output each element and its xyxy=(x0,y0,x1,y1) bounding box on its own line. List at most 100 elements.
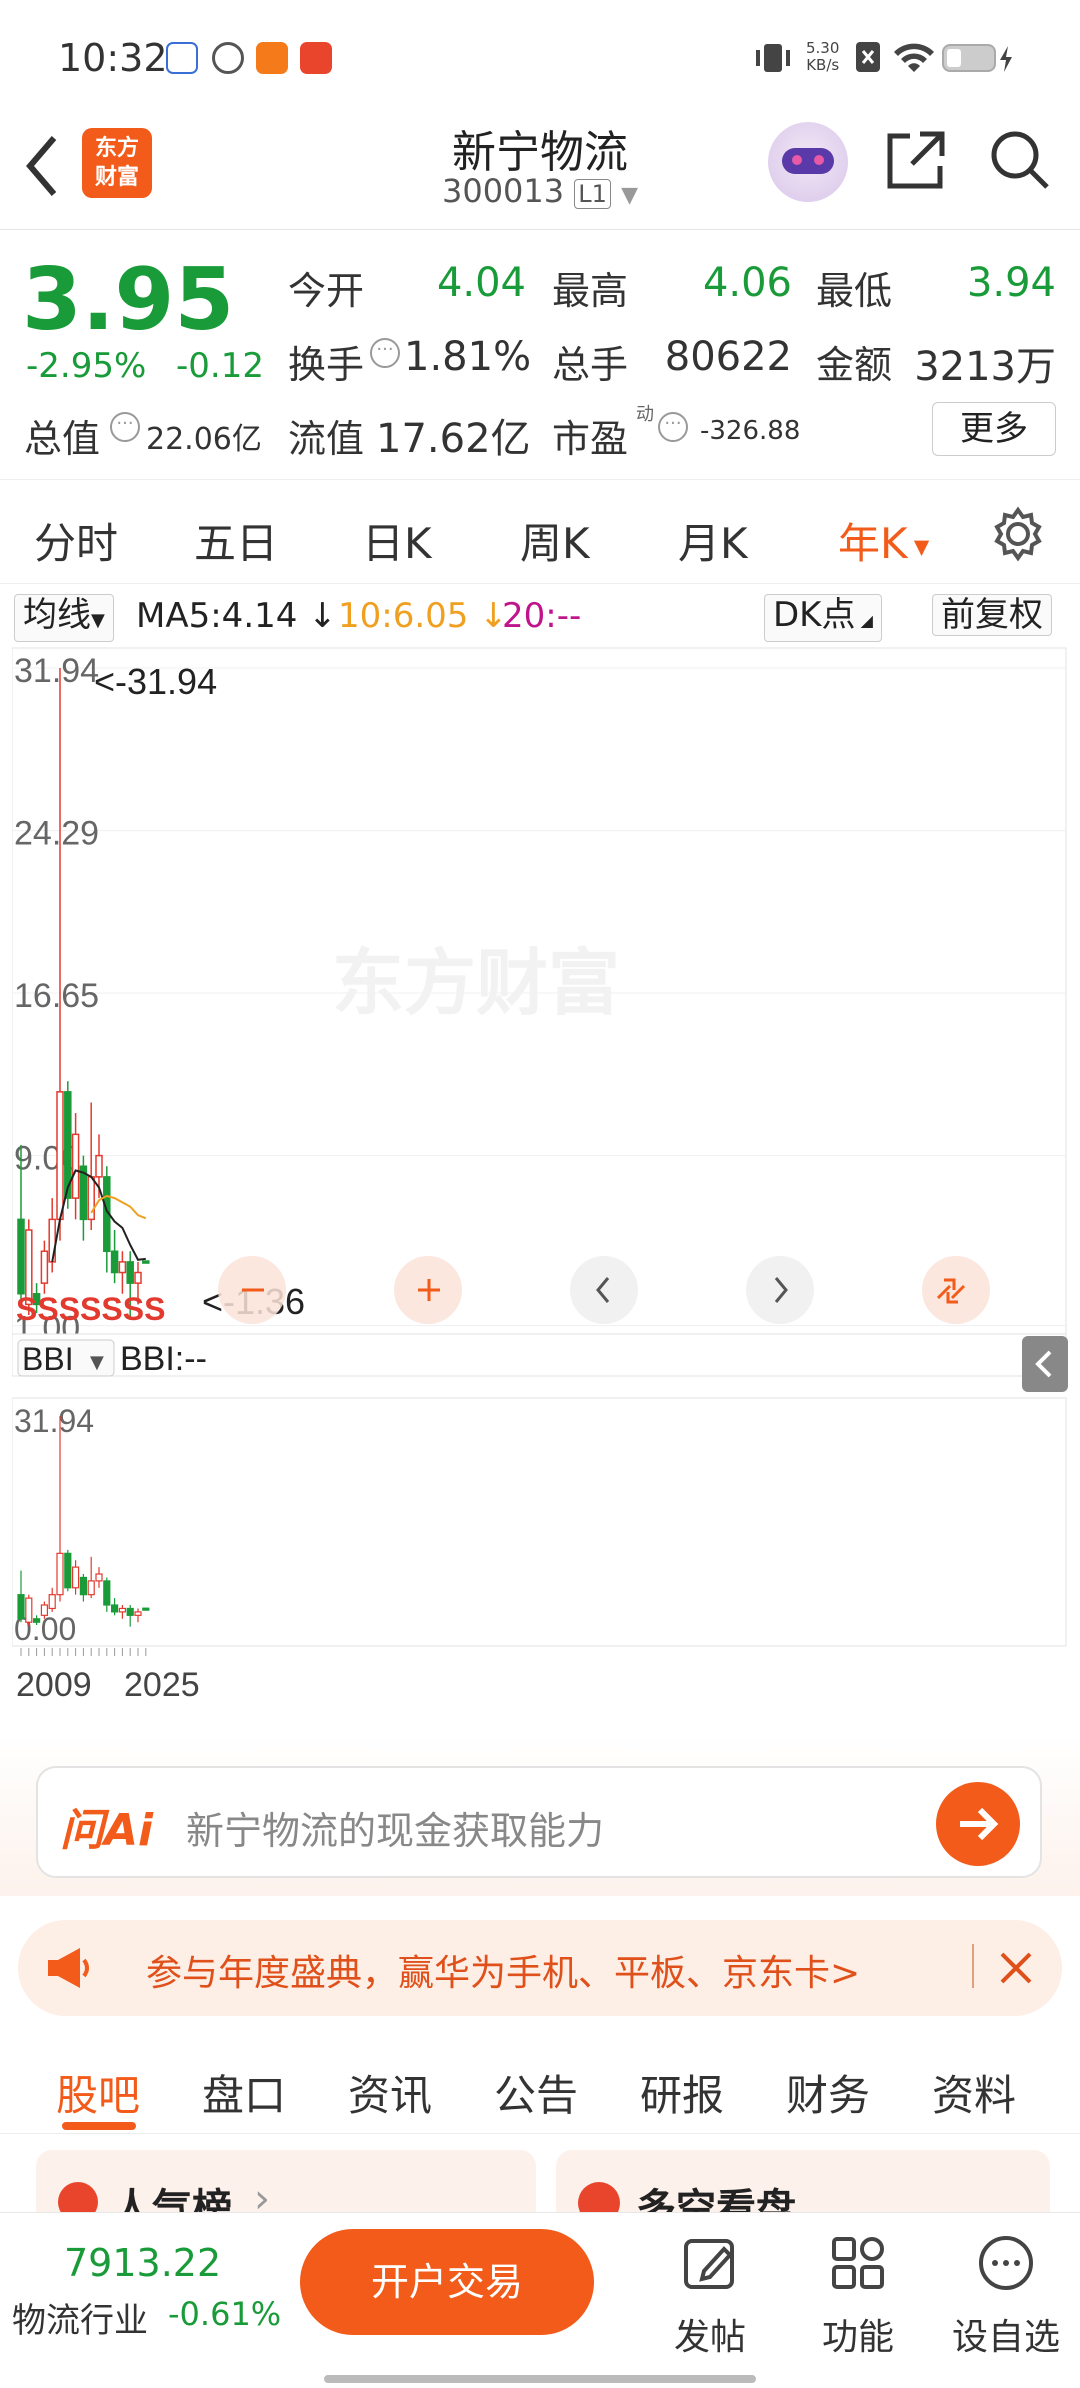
close-icon[interactable] xyxy=(994,1946,1038,1990)
app-notification-icon xyxy=(212,42,244,74)
megaphone-icon xyxy=(48,1948,89,1988)
add-watchlist-button[interactable]: 设自选 xyxy=(946,2233,1066,2360)
post-button[interactable]: 发帖 xyxy=(660,2233,760,2360)
candle-body xyxy=(110,1250,119,1274)
vs-icon xyxy=(578,2182,620,2214)
tab-news[interactable]: 资讯 xyxy=(348,2062,432,2123)
dk-point-button[interactable]: DK点 ◢ xyxy=(764,594,882,642)
chevron-down-icon[interactable]: ▼ xyxy=(621,183,638,208)
max-price-label: <-31.94 xyxy=(94,661,217,702)
tab-monthly-k[interactable]: 月K xyxy=(678,510,748,571)
sub-candle-body xyxy=(118,1607,127,1613)
tab-research[interactable]: 研报 xyxy=(640,2062,724,2123)
gear-icon[interactable] xyxy=(990,506,1046,562)
tab-finance[interactable]: 财务 xyxy=(786,2062,870,2123)
popularity-card[interactable]: 人气榜 › xyxy=(36,2150,536,2214)
battery-icon xyxy=(942,44,1012,72)
trade-button[interactable]: 开户交易 xyxy=(300,2229,594,2335)
kline-tabs: 分时 五日 日K 周K 月K 年K ▼ xyxy=(0,480,1080,584)
sub-y-tick: 31.94 xyxy=(14,1403,94,1439)
quote-panel: 3.95 -2.95% -0.12 今开 4.04 最高 4.06 最低 3.9… xyxy=(0,232,1080,480)
change-amount: -0.12 xyxy=(176,346,264,386)
candle-body xyxy=(126,1261,134,1284)
sub-candle-body xyxy=(142,1607,150,1611)
status-time: 10:32 xyxy=(58,36,168,80)
long-short-card[interactable]: 多空看盘 xyxy=(556,2150,1050,2214)
collapse-tab[interactable] xyxy=(1022,1336,1068,1392)
bbi-name: BBI xyxy=(22,1341,74,1377)
kline-chart[interactable]: 东方财富 31.9424.2916.659.001.00 <-31.94 <-1… xyxy=(12,646,1068,1736)
volume-value: 80622 xyxy=(664,334,792,380)
volume-label: 总手 xyxy=(552,343,629,387)
tab-intraday[interactable]: 分时 xyxy=(34,510,118,571)
grid-icon xyxy=(832,2237,884,2289)
sub-candle-body xyxy=(79,1576,88,1596)
turnover-value: 1.81% xyxy=(404,334,532,380)
ai-search-box[interactable]: 问Ai 新宁物流的现金获取能力 xyxy=(36,1766,1042,1878)
sim-icon xyxy=(856,42,880,72)
sub-candle-body xyxy=(71,1566,80,1589)
sub-candle-body xyxy=(95,1573,103,1582)
pe-label: 市盈 xyxy=(552,417,629,461)
tab-profile[interactable]: 资料 xyxy=(932,2062,1016,2123)
tab-guba[interactable]: 股吧 xyxy=(56,2062,140,2123)
high-label: 最高 xyxy=(552,269,629,313)
float-label: 流值 xyxy=(288,417,365,461)
app-notification-icon xyxy=(166,42,198,74)
promo-banner[interactable]: 参与年度盛典，赢华为手机、平板、京东卡> xyxy=(18,1920,1062,2016)
content-tabs: 股吧 盘口 资讯 公告 研报 财务 资料 xyxy=(0,2034,1080,2134)
vibrate-icon xyxy=(756,44,790,72)
next-icon[interactable] xyxy=(746,1256,814,1324)
candle-body xyxy=(134,1271,142,1284)
tab-weekly-k[interactable]: 周K xyxy=(520,510,590,571)
amount-value: 3213万 xyxy=(914,344,1056,390)
ai-section: 问Ai 新宁物流的现金获取能力 xyxy=(0,1736,1080,1896)
tab-five-day[interactable]: 五日 xyxy=(194,510,278,571)
x-label-end: 2025 xyxy=(124,1666,200,1704)
current-price: 3.95 xyxy=(22,250,235,350)
minus-icon[interactable] xyxy=(218,1256,286,1324)
sub-candle-body xyxy=(103,1580,111,1606)
share-icon[interactable] xyxy=(884,128,948,192)
app-notification-icon xyxy=(256,42,288,74)
candle-body xyxy=(17,1218,25,1295)
amount-label: 金额 xyxy=(816,343,893,387)
adjust-button[interactable]: 前复权 xyxy=(932,594,1052,636)
sub-candle-body xyxy=(87,1580,95,1596)
plus-icon[interactable] xyxy=(394,1256,462,1324)
tab-daily-k[interactable]: 日K xyxy=(362,510,432,571)
tab-yearly-k[interactable]: 年K ▼ xyxy=(838,510,929,571)
low-value: 3.94 xyxy=(966,260,1056,306)
industry-index[interactable]: 7913.22 xyxy=(64,2241,221,2285)
candle-body xyxy=(118,1261,127,1274)
pe-sup: 动 xyxy=(636,404,654,425)
prev-icon[interactable] xyxy=(570,1256,638,1324)
expand-icon[interactable] xyxy=(922,1256,990,1324)
info-icon[interactable]: ··· xyxy=(110,412,140,442)
mktcap-label: 总值 xyxy=(24,417,101,461)
industry-name[interactable]: 物流行业 xyxy=(12,2293,148,2342)
y-tick-label: 16.65 xyxy=(14,977,99,1015)
next-button-bg xyxy=(746,1256,814,1324)
ai-robot-icon[interactable] xyxy=(768,122,848,202)
industry-change: -0.61% xyxy=(168,2295,282,2333)
turnover-label: 换手 xyxy=(288,343,365,387)
sub-candle-body xyxy=(64,1552,72,1589)
function-button[interactable]: 功能 xyxy=(808,2233,908,2360)
home-indicator xyxy=(324,2375,756,2383)
wifi-icon xyxy=(894,43,934,72)
ma-selector[interactable]: 均线▼ xyxy=(14,594,114,642)
ai-query: 新宁物流的现金获取能力 xyxy=(186,1809,605,1853)
watermark: 东方财富 xyxy=(332,944,620,1024)
info-icon[interactable]: ··· xyxy=(370,338,400,368)
info-icon[interactable]: ··· xyxy=(658,412,688,442)
kline-svg[interactable]: 东方财富 31.9424.2916.659.001.00 <-31.94 <-1… xyxy=(12,646,1068,1736)
tab-pankou[interactable]: 盘口 xyxy=(202,2062,286,2123)
ai-submit-button[interactable] xyxy=(936,1782,1020,1866)
chevron-down-icon: ▼ xyxy=(90,1352,104,1373)
tab-announcements[interactable]: 公告 xyxy=(494,2062,578,2123)
stock-code: 300013 xyxy=(441,172,565,210)
more-button[interactable]: 更多 xyxy=(932,402,1056,456)
search-icon[interactable] xyxy=(988,128,1052,192)
sub-chart-frame xyxy=(12,1397,1067,1647)
